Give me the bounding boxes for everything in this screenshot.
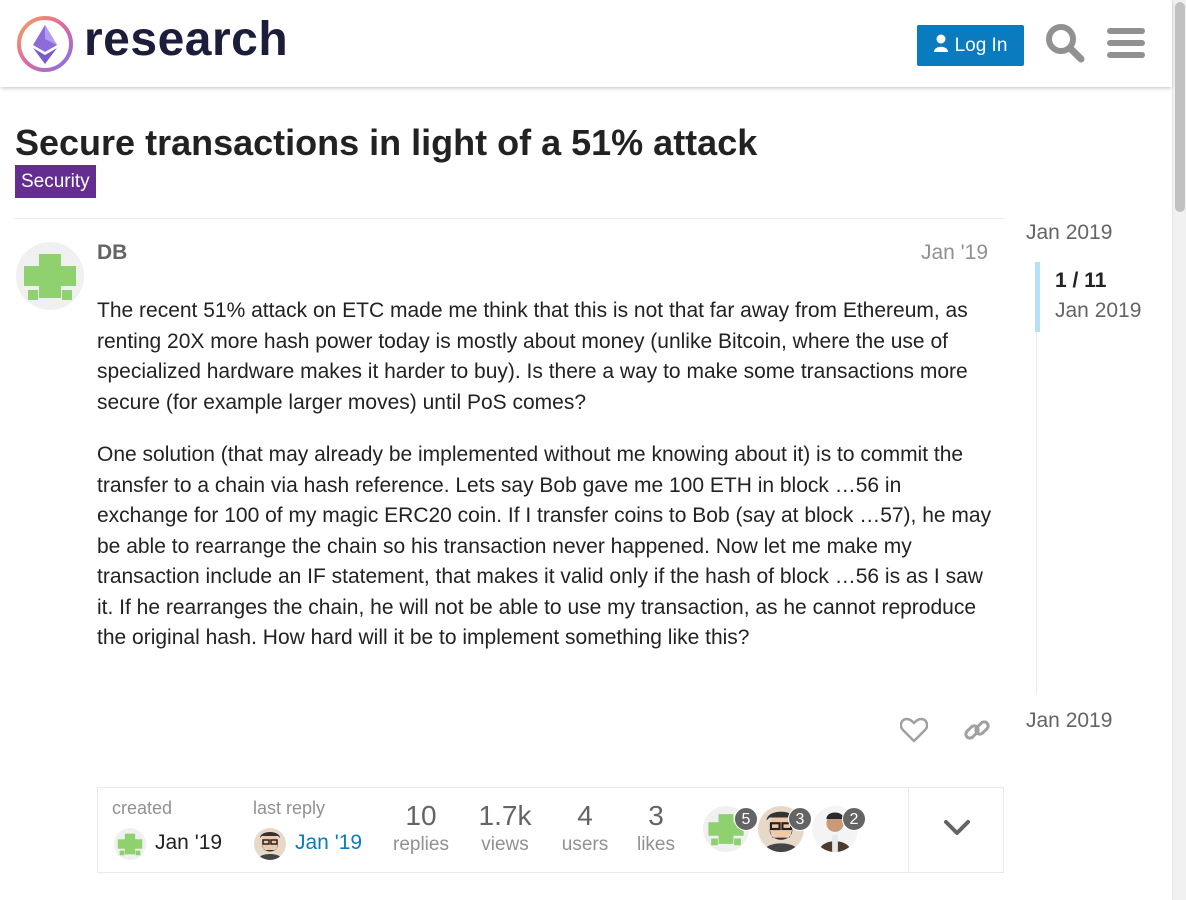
link-icon	[963, 716, 991, 749]
avatar[interactable]	[16, 242, 84, 310]
share-link-button[interactable]	[957, 712, 997, 752]
log-in-button[interactable]: Log In	[917, 25, 1024, 66]
post-paragraph: The recent 51% attack on ETC made me thi…	[97, 299, 968, 414]
heart-icon	[899, 717, 929, 748]
topic-title[interactable]: Secure transactions in light of a 51% at…	[15, 122, 757, 164]
stat-views: 1.7k views	[470, 800, 540, 856]
timeline-position[interactable]: 1 / 11	[1055, 269, 1106, 293]
stat-users-label: users	[561, 834, 609, 855]
site-logo-text[interactable]: research	[84, 12, 288, 67]
scrollbar-thumb[interactable]	[1175, 2, 1185, 212]
title-divider	[15, 218, 1004, 219]
stat-replies-count: 10	[405, 800, 437, 831]
stat-views-label: views	[481, 834, 529, 855]
site-logo[interactable]	[16, 15, 74, 73]
last-reply-date[interactable]: Jan '19	[295, 831, 362, 855]
site-header: research Log In	[0, 0, 1172, 87]
category-badge-security[interactable]: Security	[15, 165, 96, 198]
page-scrollbar[interactable]	[1172, 0, 1186, 900]
stat-likes: 3 likes	[631, 800, 681, 856]
user-icon	[933, 34, 948, 58]
expand-topic-map-button[interactable]	[908, 788, 1004, 872]
stat-users: 4 users	[557, 800, 613, 856]
created-label: created	[112, 798, 173, 818]
stat-users-count: 4	[577, 800, 593, 831]
search-icon[interactable]	[1043, 20, 1087, 66]
stat-replies: 10 replies	[390, 800, 452, 856]
like-button[interactable]	[894, 712, 934, 752]
post-body: The recent 51% attack on ETC made me thi…	[97, 296, 997, 676]
timeline-end-date[interactable]: Jan 2019	[1026, 709, 1112, 733]
timeline-start-date[interactable]: Jan 2019	[1026, 221, 1112, 245]
stat-replies-label: replies	[393, 834, 449, 855]
hamburger-menu-icon[interactable]	[1104, 20, 1148, 66]
stat-likes-label: likes	[636, 834, 675, 855]
timeline-scroll-handle[interactable]	[1035, 262, 1040, 332]
timeline-position-date: Jan 2019	[1055, 299, 1142, 322]
participant-post-count: 5	[734, 807, 758, 831]
participant-post-count: 3	[788, 807, 812, 831]
created-date[interactable]: Jan '19	[155, 831, 222, 855]
last-reply-label: last reply	[253, 798, 326, 818]
avatar[interactable]	[114, 828, 146, 860]
stat-likes-count: 3	[648, 800, 664, 831]
stat-views-count: 1.7k	[478, 800, 532, 831]
avatar[interactable]	[254, 828, 286, 860]
post-username[interactable]: DB	[97, 241, 127, 265]
post-date[interactable]: Jan '19	[921, 241, 988, 265]
chevron-down-icon	[943, 819, 971, 842]
participant-post-count: 2	[842, 807, 866, 831]
topic-map: created Jan '19 last reply Jan '19 10 re…	[97, 787, 1004, 873]
post-paragraph: One solution (that may already be implem…	[97, 443, 992, 649]
log-in-label: Log In	[954, 34, 1008, 56]
